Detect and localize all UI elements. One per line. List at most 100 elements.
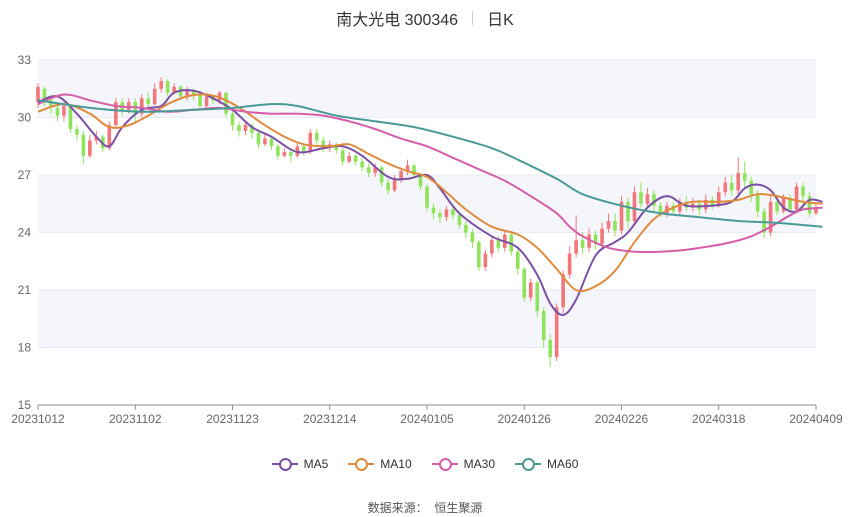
candle-body xyxy=(269,138,274,147)
candle xyxy=(289,150,293,162)
candle-body xyxy=(314,132,319,141)
y-tick-label: 15 xyxy=(18,398,32,412)
legend-item-ma10[interactable]: MA10 xyxy=(348,457,412,471)
candle-body xyxy=(645,194,650,204)
candle xyxy=(302,144,306,156)
candle-body xyxy=(366,167,371,174)
candle-body xyxy=(204,96,209,106)
candle-body xyxy=(347,155,351,162)
candle xyxy=(477,240,481,271)
y-axis: 15 18 21 24 27 30 33 xyxy=(18,53,32,412)
candle-body xyxy=(386,182,390,191)
candle-body xyxy=(613,221,617,231)
kline-chart: 15 18 21 24 27 30 33 20231012 20231102 20231123 2… xyxy=(11,53,843,426)
candle-body xyxy=(81,134,86,156)
candle-body xyxy=(716,192,721,206)
candle-body xyxy=(451,209,455,216)
legend-swatch-icon xyxy=(271,458,298,471)
candle xyxy=(425,184,429,212)
candle-body xyxy=(528,282,533,298)
candle-body xyxy=(464,224,468,233)
candle xyxy=(321,136,326,152)
legend-swatch-icon xyxy=(348,458,375,471)
y-tick-label: 18 xyxy=(18,341,32,355)
candle xyxy=(114,98,118,128)
candle-body xyxy=(230,113,235,126)
candle xyxy=(515,249,520,275)
candle-body xyxy=(146,98,151,105)
data-source: 数据来源： 恒生聚源 xyxy=(0,499,850,516)
candle-body xyxy=(379,167,384,183)
candle xyxy=(736,157,740,195)
candle-body xyxy=(736,173,740,191)
x-axis: 20231012 20231102 20231123 20231214 20240105… xyxy=(11,404,843,426)
candle-body xyxy=(289,152,293,156)
candle-body xyxy=(548,339,552,358)
candle xyxy=(567,245,572,279)
candle-body xyxy=(794,186,799,210)
candle-body xyxy=(522,268,527,298)
x-tick-label: 20231123 xyxy=(206,412,259,426)
candle-body xyxy=(276,146,280,156)
candle xyxy=(794,182,799,214)
y-tick-label: 21 xyxy=(18,283,32,297)
candle xyxy=(269,136,274,151)
candle xyxy=(340,148,345,166)
x-tick-label: 20231012 xyxy=(11,412,65,426)
candle-body xyxy=(483,253,488,267)
candle-body xyxy=(340,150,345,162)
candle-body xyxy=(749,180,753,195)
candle xyxy=(619,196,624,235)
candle xyxy=(360,157,364,172)
candle-body xyxy=(554,307,559,358)
candle xyxy=(768,196,773,237)
candle-body xyxy=(152,88,157,105)
candle-body xyxy=(775,201,779,212)
candle xyxy=(295,142,300,158)
candle-body xyxy=(399,171,403,179)
candle-body xyxy=(308,132,313,152)
candle-body xyxy=(541,311,546,340)
legend-item-ma30[interactable]: MA30 xyxy=(431,457,495,471)
candle-body xyxy=(75,129,79,135)
y-tick-label: 33 xyxy=(18,53,32,67)
candle-body xyxy=(159,81,163,89)
x-tick-label: 20240105 xyxy=(400,412,454,426)
candle xyxy=(68,106,73,133)
x-tick-label: 20231102 xyxy=(109,412,162,426)
candle-body xyxy=(580,240,585,248)
source-provider: 恒生聚源 xyxy=(434,501,483,515)
candle-body xyxy=(62,106,66,116)
candle xyxy=(88,134,92,158)
legend-item-ma60[interactable]: MA60 xyxy=(515,457,578,471)
candle-body xyxy=(477,242,481,267)
candle-body xyxy=(165,81,170,93)
candle xyxy=(353,153,358,166)
candle xyxy=(593,230,598,250)
candle xyxy=(347,152,351,164)
candle xyxy=(263,134,267,147)
y-tick-label: 27 xyxy=(18,168,32,182)
legend-item-ma5[interactable]: MA5 xyxy=(271,457,328,471)
y-tick-label: 24 xyxy=(18,226,32,240)
legend-swatch-icon xyxy=(515,458,542,471)
candle-body xyxy=(457,215,462,225)
candle xyxy=(276,144,280,160)
candle-body xyxy=(126,102,131,110)
candle-body xyxy=(282,152,287,156)
candle-body xyxy=(535,282,540,312)
x-tick-label: 20240318 xyxy=(692,412,746,426)
y-tick-label: 30 xyxy=(18,111,32,125)
candle xyxy=(522,267,527,302)
candle-body xyxy=(425,186,429,208)
source-label: 数据来源： xyxy=(367,501,428,515)
candle-body xyxy=(755,194,760,212)
candle-body xyxy=(801,186,805,197)
candle xyxy=(483,249,488,271)
candle xyxy=(314,129,319,147)
candle-body xyxy=(237,125,241,131)
candle xyxy=(405,159,410,175)
candle-body xyxy=(438,213,442,218)
candle-body xyxy=(606,221,611,229)
candle-body xyxy=(729,182,734,191)
